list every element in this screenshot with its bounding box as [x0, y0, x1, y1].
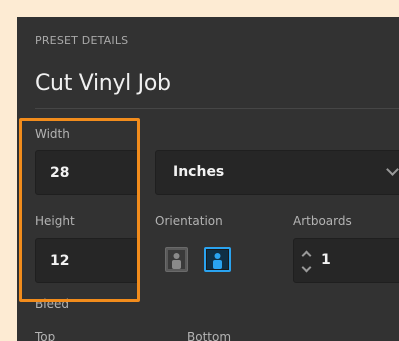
height-input[interactable]: 12: [35, 238, 139, 283]
orientation-portrait-button[interactable]: [165, 247, 188, 272]
preset-name-field[interactable]: Cut Vinyl Job: [35, 71, 171, 96]
artboards-label: Artboards: [293, 214, 352, 228]
bleed-bottom-label: Bottom: [187, 330, 232, 341]
preset-name-underline: [35, 108, 399, 109]
height-value: 12: [50, 253, 70, 269]
preset-details-panel: PRESET DETAILS Cut Vinyl Job Width 28 In…: [17, 17, 399, 341]
height-label: Height: [35, 214, 75, 228]
units-selected: Inches: [173, 164, 225, 180]
width-input[interactable]: 28: [35, 150, 139, 195]
chevron-down-icon[interactable]: [301, 262, 312, 273]
artboards-value: 1: [321, 252, 331, 268]
chevron-up-icon[interactable]: [301, 250, 312, 261]
bleed-label: Bleed: [35, 297, 69, 311]
bleed-top-label: Top: [35, 330, 56, 341]
width-value: 28: [50, 165, 70, 181]
artboards-stepper[interactable]: 1: [293, 238, 399, 283]
orientation-landscape-button[interactable]: [204, 247, 231, 272]
orientation-label: Orientation: [155, 214, 223, 228]
landscape-person-icon: [207, 250, 228, 269]
section-title: PRESET DETAILS: [35, 34, 129, 47]
units-dropdown[interactable]: Inches: [155, 150, 399, 195]
portrait-person-icon: [168, 250, 185, 269]
chevron-down-icon: [386, 163, 399, 176]
width-label: Width: [35, 127, 70, 141]
